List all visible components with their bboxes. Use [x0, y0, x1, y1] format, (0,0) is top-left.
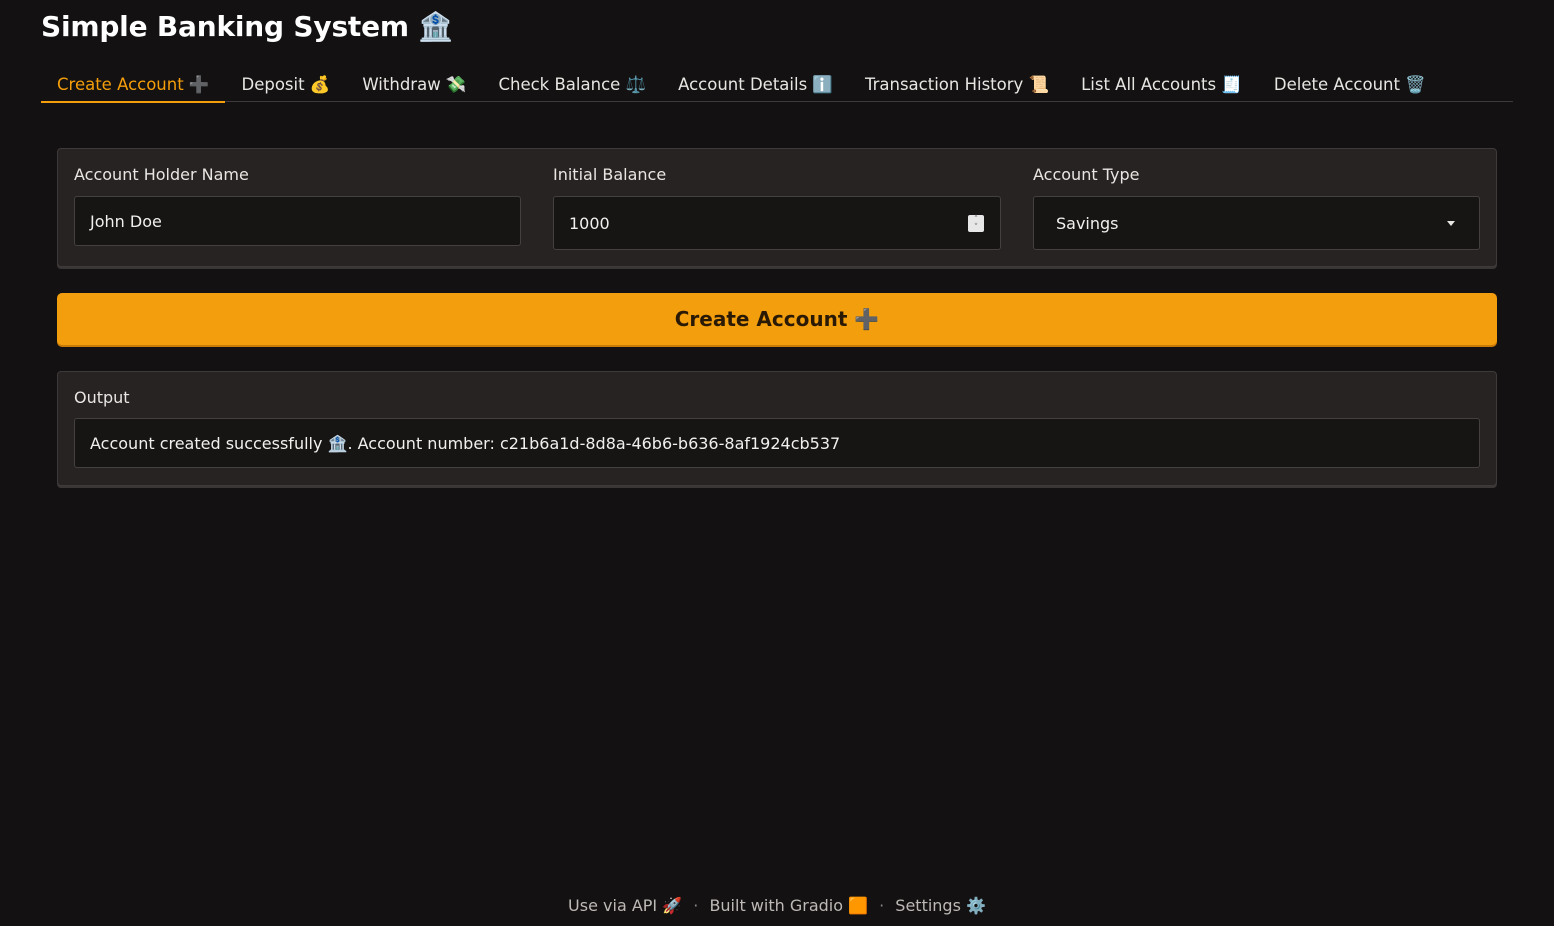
chevron-down-icon — [1447, 221, 1455, 226]
footer-separator: · — [879, 896, 885, 915]
tab-deposit[interactable]: Deposit 💰 — [225, 70, 346, 102]
output-textbox[interactable]: Account created successfully 🏦. Account … — [74, 418, 1480, 468]
settings-link[interactable]: Settings ⚙️ — [895, 896, 986, 915]
tab-withdraw[interactable]: Withdraw 💸 — [346, 70, 482, 102]
account-type-dropdown[interactable]: Savings — [1033, 196, 1480, 250]
tab-bar: Create Account ➕ Deposit 💰 Withdraw 💸 Ch… — [41, 70, 1513, 103]
account-type-selected: Savings — [1056, 213, 1119, 233]
initial-balance-label: Initial Balance — [553, 165, 667, 184]
account-holder-name-input[interactable]: John Doe — [74, 196, 521, 246]
tab-delete-account[interactable]: Delete Account 🗑️ — [1258, 70, 1442, 102]
account-type-label: Account Type — [1033, 165, 1140, 184]
initial-balance-value: 1000 — [569, 213, 610, 233]
page-title: Simple Banking System 🏦 — [41, 10, 454, 43]
account-holder-name-label: Account Holder Name — [74, 165, 249, 184]
initial-balance-input[interactable]: 1000 ˄ ˅ — [553, 196, 1001, 250]
built-with-gradio-link[interactable]: Built with Gradio 🟧 — [709, 896, 868, 915]
output-label: Output — [74, 388, 130, 407]
tab-list-all-accounts[interactable]: List All Accounts 🧾 — [1065, 70, 1258, 102]
create-account-button[interactable]: Create Account ➕ — [57, 293, 1497, 345]
use-via-api-link[interactable]: Use via API 🚀 — [568, 896, 682, 915]
tab-create-account[interactable]: Create Account ➕ — [41, 70, 226, 103]
footer-separator: · — [693, 896, 699, 915]
footer: Use via API 🚀 · Built with Gradio 🟧 · Se… — [0, 896, 1554, 915]
tab-transaction-history[interactable]: Transaction History 📜 — [849, 70, 1065, 102]
output-panel: Output Account created successfully 🏦. A… — [57, 371, 1497, 486]
tab-account-details[interactable]: Account Details ℹ️ — [662, 70, 849, 102]
spinner-arrows-icon[interactable]: ˄ ˅ — [968, 215, 984, 233]
create-account-form: Account Holder Name John Doe Initial Bal… — [57, 148, 1497, 267]
tab-check-balance[interactable]: Check Balance ⚖️ — [482, 70, 662, 102]
